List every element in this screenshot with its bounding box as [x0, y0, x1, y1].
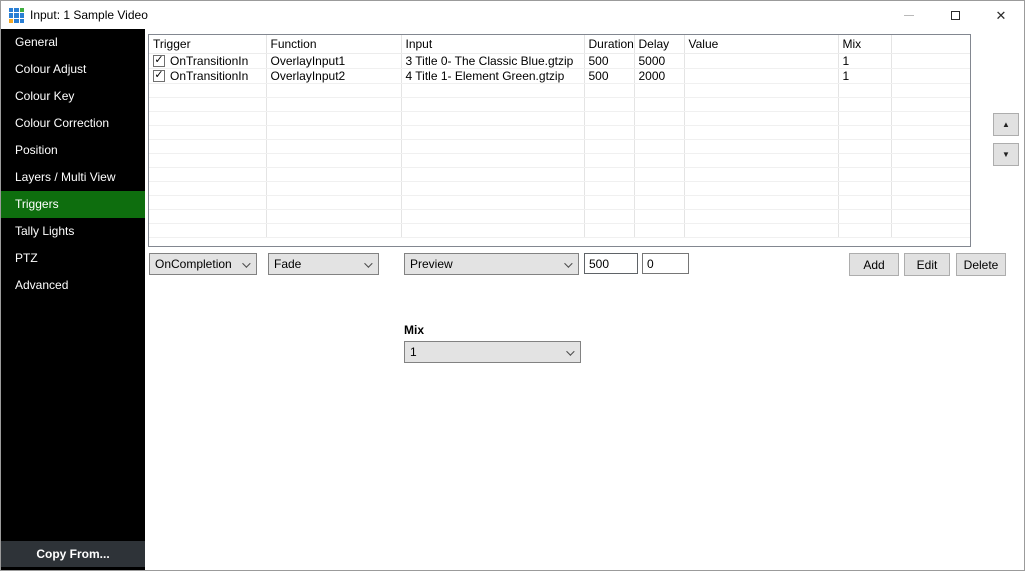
sidebar-item-general[interactable]: General [1, 29, 145, 56]
empty-row [149, 139, 970, 153]
sidebar-item-tally-lights[interactable]: Tally Lights [1, 218, 145, 245]
input-settings-window: Input: 1 Sample Video ✕ General Colour A… [0, 0, 1025, 571]
move-up-button[interactable]: ▲ [993, 113, 1019, 136]
duration-input[interactable] [584, 253, 638, 274]
trigger-enabled-checkbox[interactable]: ✓ [153, 70, 165, 82]
up-arrow-icon: ▲ [1002, 120, 1010, 129]
empty-row [149, 97, 970, 111]
table-row[interactable]: ✓ OnTransitionIn OverlayInput2 4 Title 1-… [149, 68, 970, 83]
title-bar: Input: 1 Sample Video ✕ [1, 1, 1024, 29]
input-value: Preview [410, 257, 453, 271]
down-arrow-icon: ▼ [1002, 150, 1010, 159]
delay-input[interactable] [642, 253, 689, 274]
sidebar-item-colour-adjust[interactable]: Colour Adjust [1, 56, 145, 83]
column-header-function: Function [266, 35, 401, 53]
mix-cell: 1 [838, 68, 891, 83]
delay-cell: 2000 [634, 68, 684, 83]
empty-row [149, 153, 970, 167]
empty-row [149, 83, 970, 97]
window-title: Input: 1 Sample Video [30, 8, 148, 22]
add-button[interactable]: Add [849, 253, 899, 276]
empty-row [149, 195, 970, 209]
function-value: Fade [274, 257, 301, 271]
value-cell [684, 68, 838, 83]
edit-button[interactable]: Edit [904, 253, 950, 276]
function-cell: OverlayInput1 [266, 53, 401, 68]
empty-row [149, 209, 970, 223]
settings-sidebar: General Colour Adjust Colour Key Colour … [1, 29, 145, 570]
close-button[interactable]: ✕ [978, 1, 1024, 29]
input-cell: 3 Title 0- The Classic Blue.gtzip [401, 53, 584, 68]
maximize-icon [951, 11, 960, 20]
empty-row [149, 125, 970, 139]
sidebar-item-layers-multi-view[interactable]: Layers / Multi View [1, 164, 145, 191]
move-down-button[interactable]: ▼ [993, 143, 1019, 166]
sidebar-item-triggers[interactable]: Triggers [1, 191, 145, 218]
chevron-down-icon [564, 259, 572, 267]
mix-value: 1 [410, 345, 417, 359]
column-header-input: Input [401, 35, 584, 53]
table-header-row: Trigger Function Input Duration Delay Va… [149, 35, 970, 53]
close-icon: ✕ [996, 9, 1007, 22]
delay-cell: 5000 [634, 53, 684, 68]
trigger-type-select[interactable]: OnCompletion [149, 253, 257, 275]
empty-row [149, 181, 970, 195]
chevron-down-icon [242, 259, 250, 267]
duration-cell: 500 [584, 53, 634, 68]
triggers-panel: Trigger Function Input Duration Delay Va… [145, 29, 1024, 570]
triggers-table: Trigger Function Input Duration Delay Va… [148, 34, 971, 247]
empty-row [149, 223, 970, 237]
sidebar-item-position[interactable]: Position [1, 137, 145, 164]
trigger-enabled-checkbox[interactable]: ✓ [153, 55, 165, 67]
delete-button[interactable]: Delete [956, 253, 1006, 276]
vmix-logo-icon [9, 8, 24, 23]
minimize-button [886, 1, 932, 29]
value-cell [684, 53, 838, 68]
trigger-cell: OnTransitionIn [170, 54, 248, 68]
column-header-blank [891, 35, 970, 53]
sidebar-item-colour-key[interactable]: Colour Key [1, 83, 145, 110]
maximize-button[interactable] [932, 1, 978, 29]
empty-row [149, 167, 970, 181]
chevron-down-icon [566, 347, 574, 355]
sidebar-item-colour-correction[interactable]: Colour Correction [1, 110, 145, 137]
column-header-mix: Mix [838, 35, 891, 53]
trigger-cell: OnTransitionIn [170, 69, 248, 83]
sidebar-item-advanced[interactable]: Advanced [1, 272, 145, 299]
mix-label: Mix [404, 323, 424, 337]
function-select[interactable]: Fade [268, 253, 379, 275]
column-header-value: Value [684, 35, 838, 53]
column-header-trigger: Trigger [149, 35, 266, 53]
column-header-delay: Delay [634, 35, 684, 53]
function-cell: OverlayInput2 [266, 68, 401, 83]
sidebar-item-ptz[interactable]: PTZ [1, 245, 145, 272]
minimize-icon [904, 15, 914, 16]
duration-cell: 500 [584, 68, 634, 83]
column-header-duration: Duration [584, 35, 634, 53]
table-row[interactable]: ✓ OnTransitionIn OverlayInput1 3 Title 0-… [149, 53, 970, 68]
trigger-type-value: OnCompletion [155, 257, 232, 271]
mix-cell: 1 [838, 53, 891, 68]
input-cell: 4 Title 1- Element Green.gtzip [401, 68, 584, 83]
empty-row [149, 111, 970, 125]
input-select[interactable]: Preview [404, 253, 579, 275]
copy-from-button[interactable]: Copy From... [1, 541, 145, 567]
mix-select[interactable]: 1 [404, 341, 581, 363]
chevron-down-icon [364, 259, 372, 267]
